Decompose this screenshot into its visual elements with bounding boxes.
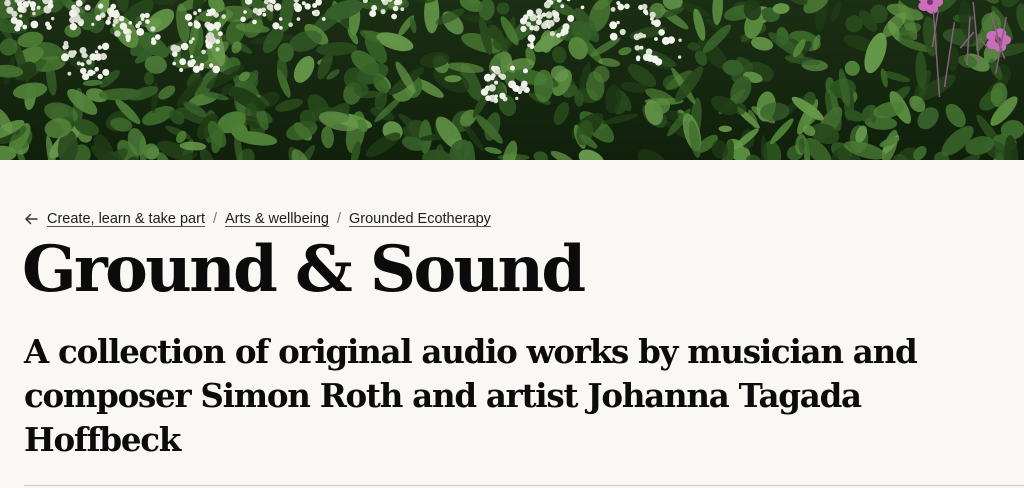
page-title: Ground & Sound: [22, 232, 586, 307]
breadcrumb-separator: /: [212, 211, 218, 227]
breadcrumb-link-grounded-ecotherapy[interactable]: Grounded Ecotherapy: [349, 211, 491, 227]
page-subtitle: A collection of original audio works by …: [24, 332, 918, 459]
hero-foliage-image: [0, 0, 1024, 160]
page-content: Create, learn & take part / Arts & wellb…: [0, 160, 1024, 488]
breadcrumb-link-create-learn-take-part[interactable]: Create, learn & take part: [47, 211, 205, 227]
arrow-left-icon[interactable]: [24, 212, 38, 226]
breadcrumb-link-arts-wellbeing[interactable]: Arts & wellbeing: [225, 211, 329, 227]
divider: [24, 485, 1024, 486]
breadcrumb: Create, learn & take part / Arts & wellb…: [24, 209, 491, 229]
breadcrumb-separator: /: [336, 211, 342, 227]
